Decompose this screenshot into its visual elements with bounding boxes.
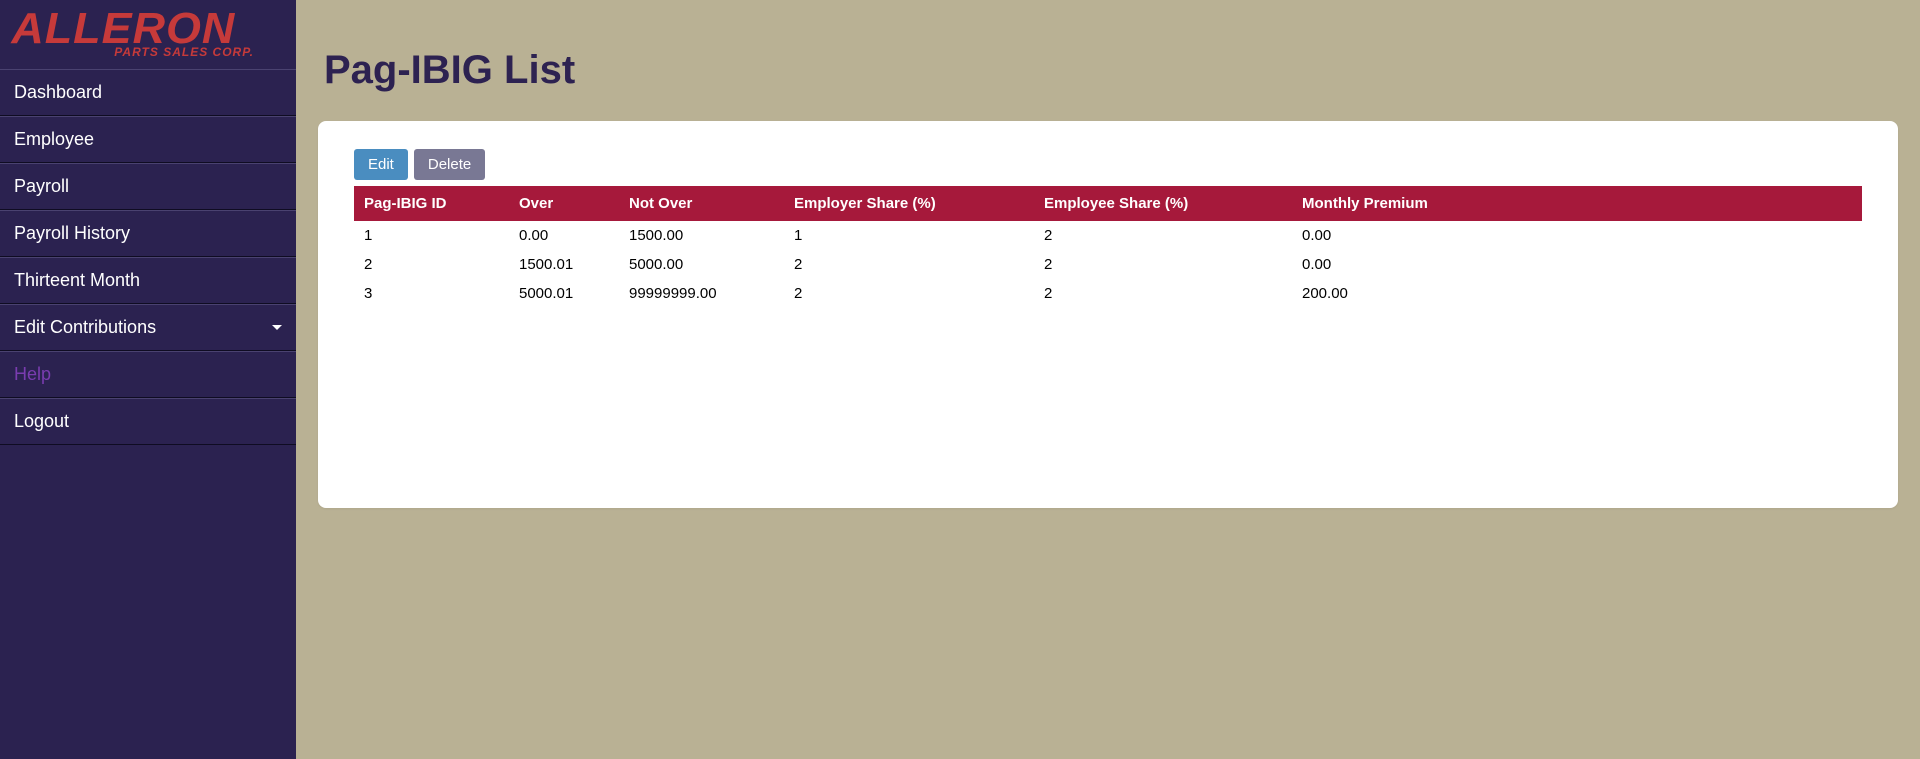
sidebar-item-label: Employee (14, 129, 94, 150)
cell-over: 5000.01 (509, 279, 619, 308)
cell-employer-share: 2 (784, 250, 1034, 279)
cell-notover: 99999999.00 (619, 279, 784, 308)
content-card: Edit Delete Pag-IBIG ID Over Not Over Em… (318, 121, 1898, 508)
cell-monthly-premium: 0.00 (1292, 221, 1862, 250)
cell-monthly-premium: 200.00 (1292, 279, 1862, 308)
delete-button[interactable]: Delete (414, 149, 485, 180)
sidebar-item-label: Help (14, 364, 51, 385)
cell-employer-share: 1 (784, 221, 1034, 250)
cell-employer-share: 2 (784, 279, 1034, 308)
table-header-over: Over (509, 186, 619, 221)
edit-button[interactable]: Edit (354, 149, 408, 180)
sidebar-item-dashboard[interactable]: Dashboard (0, 69, 296, 116)
cell-id: 3 (354, 279, 509, 308)
chevron-down-icon (272, 325, 282, 330)
table-header-employee-share: Employee Share (%) (1034, 186, 1292, 221)
sidebar-item-label: Payroll History (14, 223, 130, 244)
sidebar-item-label: Thirteent Month (14, 270, 140, 291)
sidebar-item-label: Logout (14, 411, 69, 432)
sidebar-item-label: Dashboard (14, 82, 102, 103)
cell-id: 1 (354, 221, 509, 250)
table-header-row: Pag-IBIG ID Over Not Over Employer Share… (354, 186, 1862, 221)
sidebar-item-logout[interactable]: Logout (0, 398, 296, 445)
sidebar-item-payroll-history[interactable]: Payroll History (0, 210, 296, 257)
cell-notover: 1500.00 (619, 221, 784, 250)
sidebar-item-label: Edit Contributions (14, 317, 156, 338)
brand-name: ALLERON (11, 10, 284, 47)
sidebar: ALLERON PARTS SALES CORP. Dashboard Empl… (0, 0, 296, 759)
page-title: Pag-IBIG List (296, 0, 1920, 121)
table-header-id: Pag-IBIG ID (354, 186, 509, 221)
table-header-monthly-premium: Monthly Premium (1292, 186, 1862, 221)
sidebar-item-payroll[interactable]: Payroll (0, 163, 296, 210)
cell-employee-share: 2 (1034, 279, 1292, 308)
table-row[interactable]: 1 0.00 1500.00 1 2 0.00 (354, 221, 1862, 250)
cell-monthly-premium: 0.00 (1292, 250, 1862, 279)
main-content: Pag-IBIG List Edit Delete Pag-IBIG ID Ov… (296, 0, 1920, 759)
sidebar-item-label: Payroll (14, 176, 69, 197)
cell-id: 2 (354, 250, 509, 279)
sidebar-item-thirteenth-month[interactable]: Thirteent Month (0, 257, 296, 304)
table-header-employer-share: Employer Share (%) (784, 186, 1034, 221)
sidebar-item-employee[interactable]: Employee (0, 116, 296, 163)
table-row[interactable]: 3 5000.01 99999999.00 2 2 200.00 (354, 279, 1862, 308)
sidebar-nav: Dashboard Employee Payroll Payroll Histo… (0, 69, 296, 445)
cell-employee-share: 2 (1034, 250, 1292, 279)
table-row[interactable]: 2 1500.01 5000.00 2 2 0.00 (354, 250, 1862, 279)
cell-over: 1500.01 (509, 250, 619, 279)
sidebar-item-edit-contributions[interactable]: Edit Contributions (0, 304, 296, 351)
sidebar-item-help[interactable]: Help (0, 351, 296, 398)
action-button-row: Edit Delete (354, 149, 1862, 180)
cell-employee-share: 2 (1034, 221, 1292, 250)
cell-over: 0.00 (509, 221, 619, 250)
table-header-notover: Not Over (619, 186, 784, 221)
cell-notover: 5000.00 (619, 250, 784, 279)
brand-logo: ALLERON PARTS SALES CORP. (0, 0, 296, 69)
pagibig-table: Pag-IBIG ID Over Not Over Employer Share… (354, 186, 1862, 308)
